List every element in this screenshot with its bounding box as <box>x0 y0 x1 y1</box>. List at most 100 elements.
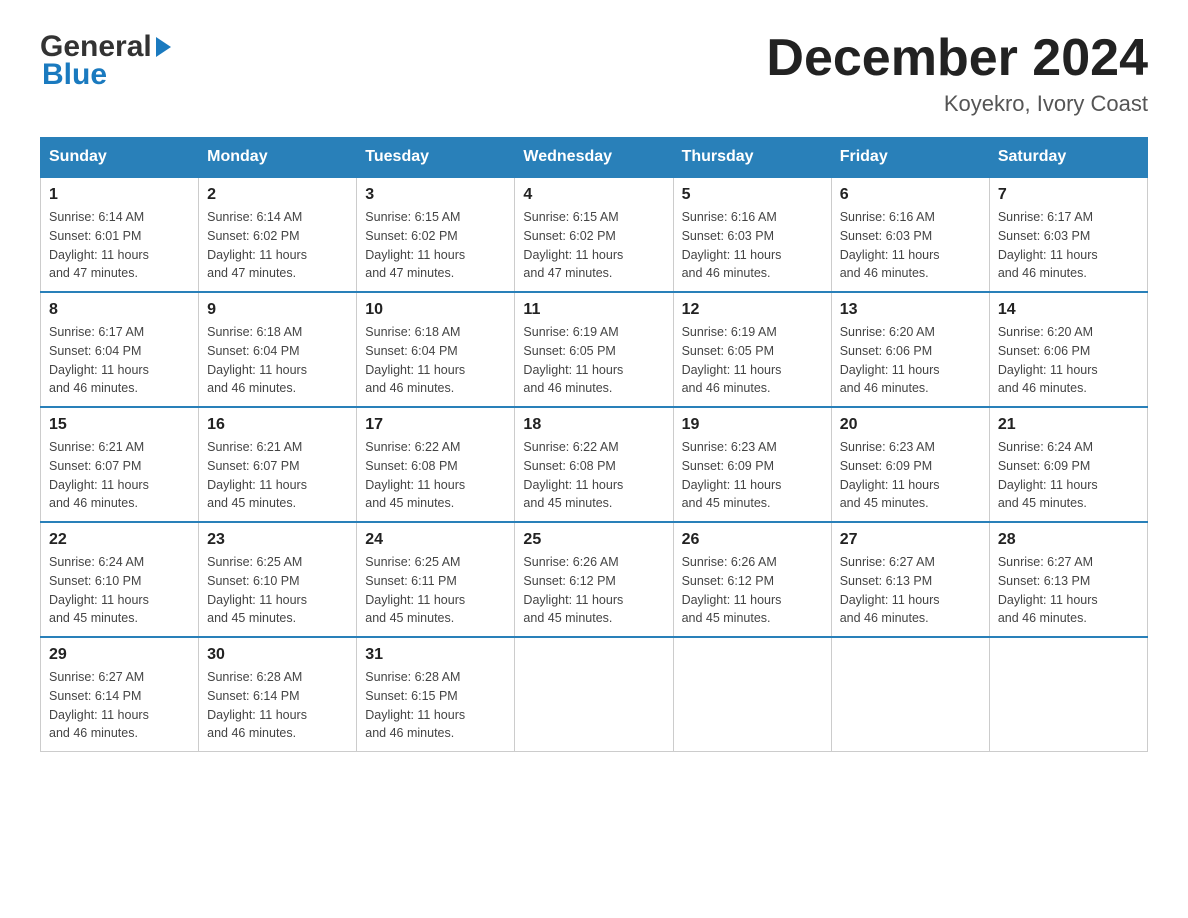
table-row: 5 Sunrise: 6:16 AM Sunset: 6:03 PM Dayli… <box>673 177 831 292</box>
day-number: 9 <box>207 301 348 319</box>
col-saturday: Saturday <box>989 138 1147 178</box>
day-number: 2 <box>207 186 348 204</box>
day-info: Sunrise: 6:22 AM Sunset: 6:08 PM Dayligh… <box>365 438 506 513</box>
table-row: 1 Sunrise: 6:14 AM Sunset: 6:01 PM Dayli… <box>41 177 199 292</box>
location: Koyekro, Ivory Coast <box>766 91 1148 117</box>
table-row: 9 Sunrise: 6:18 AM Sunset: 6:04 PM Dayli… <box>199 292 357 407</box>
day-info: Sunrise: 6:27 AM Sunset: 6:13 PM Dayligh… <box>840 553 981 628</box>
day-info: Sunrise: 6:25 AM Sunset: 6:11 PM Dayligh… <box>365 553 506 628</box>
table-row: 24 Sunrise: 6:25 AM Sunset: 6:11 PM Dayl… <box>357 522 515 637</box>
day-number: 28 <box>998 531 1139 549</box>
table-row: 3 Sunrise: 6:15 AM Sunset: 6:02 PM Dayli… <box>357 177 515 292</box>
day-number: 10 <box>365 301 506 319</box>
col-thursday: Thursday <box>673 138 831 178</box>
col-friday: Friday <box>831 138 989 178</box>
table-row: 15 Sunrise: 6:21 AM Sunset: 6:07 PM Dayl… <box>41 407 199 522</box>
day-info: Sunrise: 6:28 AM Sunset: 6:15 PM Dayligh… <box>365 668 506 743</box>
day-number: 22 <box>49 531 190 549</box>
day-info: Sunrise: 6:24 AM Sunset: 6:10 PM Dayligh… <box>49 553 190 628</box>
table-row <box>673 637 831 752</box>
day-info: Sunrise: 6:14 AM Sunset: 6:01 PM Dayligh… <box>49 208 190 283</box>
day-number: 30 <box>207 646 348 664</box>
logo-blue: Blue <box>40 58 107 92</box>
day-info: Sunrise: 6:21 AM Sunset: 6:07 PM Dayligh… <box>49 438 190 513</box>
day-number: 14 <box>998 301 1139 319</box>
day-info: Sunrise: 6:16 AM Sunset: 6:03 PM Dayligh… <box>840 208 981 283</box>
table-row <box>831 637 989 752</box>
col-wednesday: Wednesday <box>515 138 673 178</box>
table-row: 16 Sunrise: 6:21 AM Sunset: 6:07 PM Dayl… <box>199 407 357 522</box>
table-row: 27 Sunrise: 6:27 AM Sunset: 6:13 PM Dayl… <box>831 522 989 637</box>
calendar-week-row: 8 Sunrise: 6:17 AM Sunset: 6:04 PM Dayli… <box>41 292 1148 407</box>
table-row <box>515 637 673 752</box>
day-number: 19 <box>682 416 823 434</box>
day-number: 21 <box>998 416 1139 434</box>
day-info: Sunrise: 6:17 AM Sunset: 6:04 PM Dayligh… <box>49 323 190 398</box>
day-number: 1 <box>49 186 190 204</box>
table-row: 12 Sunrise: 6:19 AM Sunset: 6:05 PM Dayl… <box>673 292 831 407</box>
day-info: Sunrise: 6:20 AM Sunset: 6:06 PM Dayligh… <box>840 323 981 398</box>
calendar-week-row: 1 Sunrise: 6:14 AM Sunset: 6:01 PM Dayli… <box>41 177 1148 292</box>
day-number: 7 <box>998 186 1139 204</box>
page-header: General Blue December 2024 Koyekro, Ivor… <box>40 30 1148 117</box>
day-number: 4 <box>523 186 664 204</box>
table-row: 10 Sunrise: 6:18 AM Sunset: 6:04 PM Dayl… <box>357 292 515 407</box>
day-info: Sunrise: 6:27 AM Sunset: 6:13 PM Dayligh… <box>998 553 1139 628</box>
day-number: 23 <box>207 531 348 549</box>
table-row: 14 Sunrise: 6:20 AM Sunset: 6:06 PM Dayl… <box>989 292 1147 407</box>
day-info: Sunrise: 6:17 AM Sunset: 6:03 PM Dayligh… <box>998 208 1139 283</box>
table-row: 31 Sunrise: 6:28 AM Sunset: 6:15 PM Dayl… <box>357 637 515 752</box>
day-number: 6 <box>840 186 981 204</box>
table-row: 2 Sunrise: 6:14 AM Sunset: 6:02 PM Dayli… <box>199 177 357 292</box>
day-info: Sunrise: 6:21 AM Sunset: 6:07 PM Dayligh… <box>207 438 348 513</box>
day-info: Sunrise: 6:24 AM Sunset: 6:09 PM Dayligh… <box>998 438 1139 513</box>
calendar-week-row: 15 Sunrise: 6:21 AM Sunset: 6:07 PM Dayl… <box>41 407 1148 522</box>
day-number: 11 <box>523 301 664 319</box>
day-number: 25 <box>523 531 664 549</box>
table-row: 22 Sunrise: 6:24 AM Sunset: 6:10 PM Dayl… <box>41 522 199 637</box>
title-block: December 2024 Koyekro, Ivory Coast <box>766 30 1148 117</box>
day-number: 8 <box>49 301 190 319</box>
day-number: 15 <box>49 416 190 434</box>
col-tuesday: Tuesday <box>357 138 515 178</box>
table-row: 11 Sunrise: 6:19 AM Sunset: 6:05 PM Dayl… <box>515 292 673 407</box>
col-sunday: Sunday <box>41 138 199 178</box>
table-row <box>989 637 1147 752</box>
table-row: 20 Sunrise: 6:23 AM Sunset: 6:09 PM Dayl… <box>831 407 989 522</box>
day-info: Sunrise: 6:18 AM Sunset: 6:04 PM Dayligh… <box>207 323 348 398</box>
calendar-week-row: 22 Sunrise: 6:24 AM Sunset: 6:10 PM Dayl… <box>41 522 1148 637</box>
day-info: Sunrise: 6:20 AM Sunset: 6:06 PM Dayligh… <box>998 323 1139 398</box>
day-info: Sunrise: 6:23 AM Sunset: 6:09 PM Dayligh… <box>682 438 823 513</box>
day-number: 26 <box>682 531 823 549</box>
day-info: Sunrise: 6:23 AM Sunset: 6:09 PM Dayligh… <box>840 438 981 513</box>
day-number: 12 <box>682 301 823 319</box>
table-row: 21 Sunrise: 6:24 AM Sunset: 6:09 PM Dayl… <box>989 407 1147 522</box>
day-number: 5 <box>682 186 823 204</box>
day-info: Sunrise: 6:26 AM Sunset: 6:12 PM Dayligh… <box>682 553 823 628</box>
day-info: Sunrise: 6:19 AM Sunset: 6:05 PM Dayligh… <box>682 323 823 398</box>
logo: General Blue <box>40 30 171 92</box>
table-row: 25 Sunrise: 6:26 AM Sunset: 6:12 PM Dayl… <box>515 522 673 637</box>
day-number: 27 <box>840 531 981 549</box>
day-info: Sunrise: 6:16 AM Sunset: 6:03 PM Dayligh… <box>682 208 823 283</box>
table-row: 7 Sunrise: 6:17 AM Sunset: 6:03 PM Dayli… <box>989 177 1147 292</box>
table-row: 8 Sunrise: 6:17 AM Sunset: 6:04 PM Dayli… <box>41 292 199 407</box>
table-row: 4 Sunrise: 6:15 AM Sunset: 6:02 PM Dayli… <box>515 177 673 292</box>
month-title: December 2024 <box>766 30 1148 87</box>
day-info: Sunrise: 6:25 AM Sunset: 6:10 PM Dayligh… <box>207 553 348 628</box>
day-info: Sunrise: 6:28 AM Sunset: 6:14 PM Dayligh… <box>207 668 348 743</box>
day-number: 3 <box>365 186 506 204</box>
day-info: Sunrise: 6:19 AM Sunset: 6:05 PM Dayligh… <box>523 323 664 398</box>
day-info: Sunrise: 6:22 AM Sunset: 6:08 PM Dayligh… <box>523 438 664 513</box>
day-info: Sunrise: 6:27 AM Sunset: 6:14 PM Dayligh… <box>49 668 190 743</box>
calendar-table: Sunday Monday Tuesday Wednesday Thursday… <box>40 137 1148 752</box>
day-number: 13 <box>840 301 981 319</box>
table-row: 13 Sunrise: 6:20 AM Sunset: 6:06 PM Dayl… <box>831 292 989 407</box>
day-number: 31 <box>365 646 506 664</box>
table-row: 23 Sunrise: 6:25 AM Sunset: 6:10 PM Dayl… <box>199 522 357 637</box>
day-info: Sunrise: 6:15 AM Sunset: 6:02 PM Dayligh… <box>365 208 506 283</box>
day-info: Sunrise: 6:15 AM Sunset: 6:02 PM Dayligh… <box>523 208 664 283</box>
day-info: Sunrise: 6:18 AM Sunset: 6:04 PM Dayligh… <box>365 323 506 398</box>
day-number: 24 <box>365 531 506 549</box>
day-info: Sunrise: 6:26 AM Sunset: 6:12 PM Dayligh… <box>523 553 664 628</box>
